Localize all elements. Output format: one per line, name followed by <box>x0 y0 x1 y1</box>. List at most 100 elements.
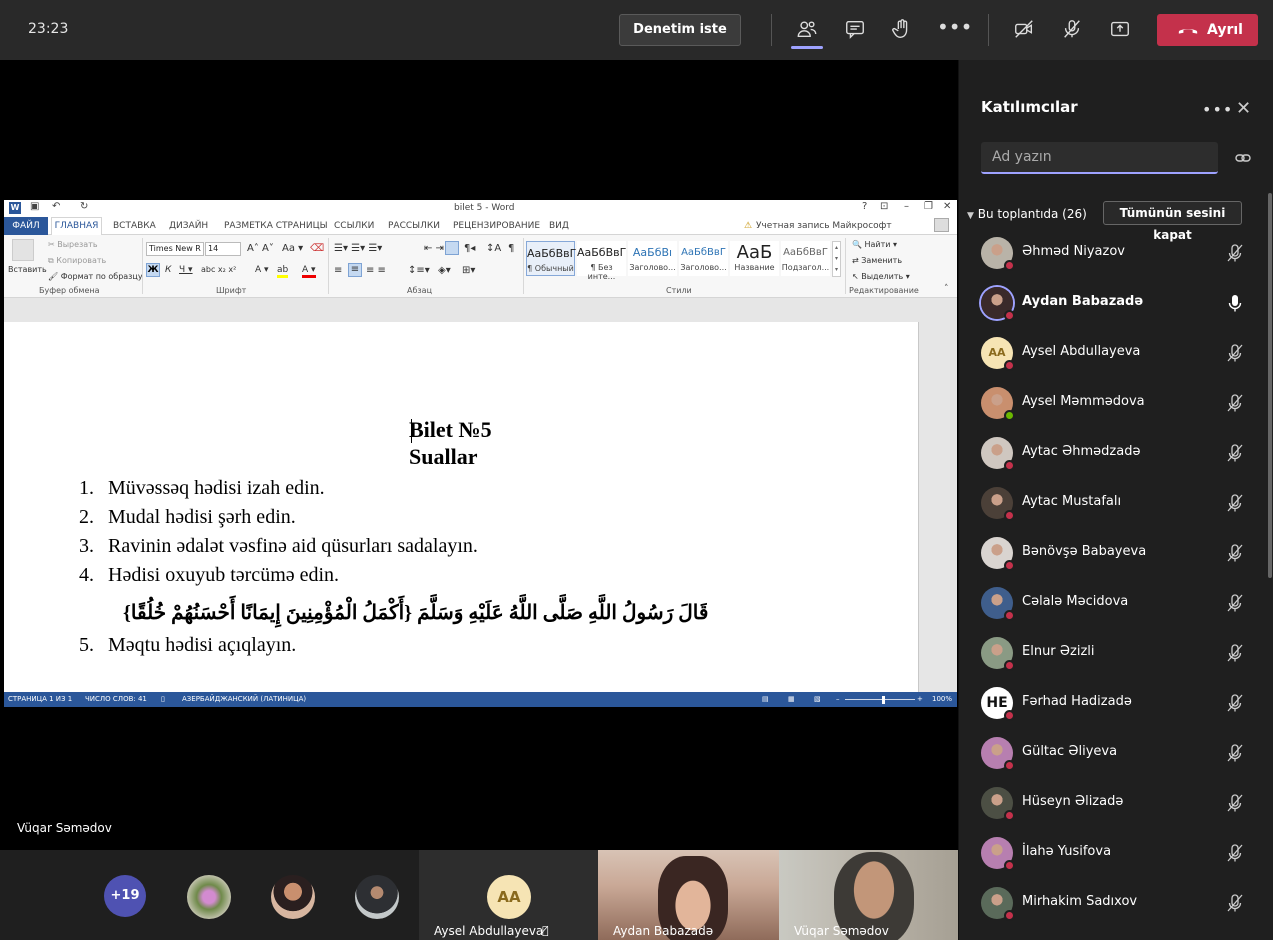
undo-icon[interactable]: ↶ <box>52 201 60 212</box>
cut-button[interactable]: ✂ Вырезать <box>48 240 98 249</box>
tab-home[interactable]: ГЛАВНАЯ <box>51 217 102 235</box>
paste-icon[interactable] <box>12 239 34 261</box>
tab-mailings[interactable]: РАССЫЛКИ <box>388 221 440 231</box>
style-normal[interactable]: АаБбВвГ ¶ Обычный <box>526 241 576 276</box>
ltr-icon[interactable] <box>445 241 459 255</box>
styles-scroll-icon[interactable]: ▴ ▾ ▾ <box>832 241 841 277</box>
italic-icon[interactable]: К <box>165 265 171 275</box>
close-icon[interactable]: ✕ <box>1236 98 1251 119</box>
participant-row[interactable]: Hüseyn Əlizadə <box>959 778 1259 828</box>
participant-row[interactable]: Bənövşə Babayeva <box>959 528 1259 578</box>
zoom-level[interactable]: 100% <box>932 692 952 707</box>
participant-row[interactable]: Gültac Əliyeva <box>959 728 1259 778</box>
participant-row[interactable]: HE Fərhad Hadizadə <box>959 678 1259 728</box>
language-label[interactable]: АЗЕРБАЙДЖАНСКИЙ (ЛАТИНИЦА) <box>182 692 306 707</box>
find-button[interactable]: 🔍 Найти ▾ <box>852 240 897 249</box>
rtl-icon[interactable]: ¶◂ <box>464 243 475 254</box>
bullets-icon[interactable]: ☰▾ ☰▾ ☰▾ <box>334 243 382 254</box>
read-mode-icon[interactable]: ▤ <box>762 692 769 707</box>
borders-icon[interactable]: ⊞▾ <box>462 265 475 276</box>
participant-row[interactable]: Aytac Mustafalı <box>959 478 1259 528</box>
collapse-ribbon-icon[interactable]: ˄ <box>944 284 949 294</box>
web-layout-icon[interactable]: ▧ <box>814 692 821 707</box>
minimize-icon[interactable]: – <box>904 201 909 212</box>
word-count[interactable]: ЧИСЛО СЛОВ: 41 <box>85 692 147 707</box>
change-case-icon[interactable]: Aa ▾ <box>282 243 303 254</box>
underline-icon[interactable]: Ч ▾ <box>179 265 193 275</box>
sort-icon[interactable]: ↕A <box>486 243 501 254</box>
align-right-icon[interactable]: ≡ ≡ <box>366 265 386 276</box>
shading-icon[interactable]: ◈▾ <box>438 265 451 276</box>
more-options-icon[interactable]: ••• <box>937 17 972 42</box>
page-count[interactable]: СТРАНИЦА 1 ИЗ 1 <box>8 692 72 707</box>
tab-insert[interactable]: ВСТАВКА <box>113 221 156 231</box>
participant-row[interactable]: Əhməd Niyazov <box>959 228 1259 278</box>
redo-icon[interactable]: ↻ <box>80 201 88 212</box>
raise-hand-icon[interactable] <box>889 18 915 42</box>
close-window-icon[interactable]: ✕ <box>943 201 951 212</box>
tab-review[interactable]: РЕЦЕНЗИРОВАНИЕ <box>453 221 540 231</box>
paste-button[interactable]: Вставить <box>8 265 47 274</box>
restore-icon[interactable]: ❐ <box>924 201 933 212</box>
tab-design[interactable]: ДИЗАЙН <box>169 221 208 231</box>
text-effects-icon[interactable]: A ▾ <box>255 265 269 275</box>
mute-all-button[interactable]: Tümünün sesini kapat <box>1103 201 1242 242</box>
participant-row[interactable]: Aysel Məmmədova <box>959 378 1259 428</box>
grow-font-icon[interactable]: A˄ A˅ <box>247 243 274 254</box>
document-page[interactable]: Bilet №5 Suallar 1. Müvəssəq hədisi izah … <box>4 322 919 692</box>
participant-row[interactable]: Mirhakim Sadıxov <box>959 878 1259 928</box>
copy-button[interactable]: ⧉ Копировать <box>48 256 106 266</box>
participant-row[interactable]: Cəlalə Məcidova <box>959 578 1259 628</box>
request-control-button[interactable]: Denetim iste <box>619 14 741 46</box>
format-painter-button[interactable]: 🖌 Формат по образцу <box>48 272 143 281</box>
tab-references[interactable]: ССЫЛКИ <box>334 221 374 231</box>
zoom-in-icon[interactable]: + <box>917 692 923 707</box>
video-tile[interactable]: AA Aysel Abdullayeva 🎙̸ <box>419 850 598 940</box>
align-center-icon[interactable]: ≡ <box>348 263 362 277</box>
participant-search-input[interactable] <box>981 142 1218 174</box>
font-name-field[interactable]: Times New R <box>146 242 204 256</box>
proofing-icon[interactable]: ▯ <box>161 692 165 707</box>
select-button[interactable]: ↖ Выделить ▾ <box>852 272 910 281</box>
replace-button[interactable]: ⇄ Заменить <box>852 256 902 265</box>
font-color-icon[interactable]: A ▾ <box>302 265 316 278</box>
video-tile[interactable]: Aydan Babazadə <box>598 850 779 940</box>
indent-icon[interactable]: ⇤ ⇥ <box>424 243 444 254</box>
participant-row[interactable]: AA Aysel Abdullayeva <box>959 328 1259 378</box>
save-icon[interactable]: ▣ <box>30 201 39 212</box>
zoom-out-icon[interactable]: – <box>836 692 840 707</box>
print-layout-icon[interactable]: ▦ <box>788 692 795 707</box>
strikethrough-icon[interactable]: abc x₂ x² <box>201 265 236 274</box>
account-label[interactable]: Учетная запись Майкрософт <box>756 221 892 231</box>
mic-off-icon[interactable] <box>1059 18 1085 42</box>
pilcrow-icon[interactable]: ¶ <box>508 243 514 254</box>
video-tile[interactable]: Vüqar Səmədov <box>779 850 958 940</box>
highlight-icon[interactable]: ab <box>277 265 289 278</box>
line-spacing-icon[interactable]: ↕≡▾ <box>408 265 430 276</box>
tab-view[interactable]: ВИД <box>549 221 569 231</box>
bold-icon[interactable]: Ж <box>146 263 160 277</box>
participants-icon[interactable] <box>794 18 820 42</box>
more-options-icon[interactable]: ••• <box>1202 100 1233 119</box>
participant-row[interactable]: Elnur Əzizli <box>959 628 1259 678</box>
share-invite-icon[interactable] <box>1235 149 1251 168</box>
clear-format-icon[interactable]: ⌫ <box>310 243 324 254</box>
help-icon[interactable]: ? <box>862 201 867 212</box>
participant-row[interactable]: İlahə Yusifova <box>959 828 1259 878</box>
scrollbar[interactable] <box>1268 193 1272 578</box>
zoom-slider-thumb[interactable] <box>882 696 885 704</box>
section-header[interactable]: ▼ Bu toplantıda (26) <box>967 207 1087 221</box>
tab-file[interactable]: ФАЙЛ <box>4 217 48 235</box>
style-no-spacing[interactable]: АаБбВвГ ¶ Без инте... <box>577 241 626 281</box>
chat-icon[interactable] <box>842 18 868 42</box>
account-avatar-icon[interactable] <box>934 218 949 232</box>
participant-row[interactable]: Aytac Əhmədzadə <box>959 428 1259 478</box>
style-heading-2[interactable]: АаБбВвГ Заголово... <box>679 241 728 276</box>
align-left-icon[interactable]: ≡ <box>334 265 342 276</box>
style-heading-1[interactable]: АаБбВı Заголово... <box>628 241 677 276</box>
leave-button[interactable]: Ayrıl <box>1157 14 1258 46</box>
more-participants-badge[interactable]: +19 <box>104 875 146 917</box>
style-subtitle[interactable]: АаБбВвГ Подзагол... <box>781 241 830 276</box>
share-screen-icon[interactable] <box>1107 18 1133 42</box>
ribbon-options-icon[interactable]: ⊡ <box>880 201 888 212</box>
